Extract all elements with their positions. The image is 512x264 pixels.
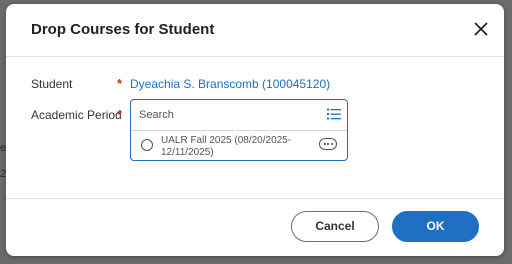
academic-period-required-marker: * xyxy=(117,107,123,122)
cancel-button[interactable]: Cancel xyxy=(291,211,379,242)
search-input[interactable] xyxy=(139,107,319,123)
list-prompt-icon xyxy=(327,108,341,120)
close-icon xyxy=(474,22,488,36)
more-options-icon xyxy=(323,143,326,145)
more-options-button[interactable] xyxy=(319,138,337,150)
drop-courses-dialog: Drop Courses for Student Student * Dyeac… xyxy=(6,4,504,256)
ok-button[interactable]: OK xyxy=(392,211,479,242)
period-option-label: UALR Fall 2025 (08/20/2025-12/11/2025) xyxy=(161,135,292,158)
student-required-marker: * xyxy=(117,76,123,91)
dialog-footer xyxy=(6,198,504,199)
more-options-icon xyxy=(327,143,329,145)
more-options-icon xyxy=(330,143,333,145)
period-option[interactable]: UALR Fall 2025 (08/20/2025-12/11/2025) xyxy=(131,131,347,161)
list-prompt-button[interactable] xyxy=(327,107,341,121)
student-label: Student xyxy=(31,77,73,91)
close-button[interactable] xyxy=(472,20,490,38)
radio-button[interactable] xyxy=(141,139,153,151)
dialog-title: Drop Courses for Student xyxy=(31,21,215,38)
dialog-header: Drop Courses for Student xyxy=(6,4,504,57)
academic-period-prompt: UALR Fall 2025 (08/20/2025-12/11/2025) xyxy=(130,99,348,161)
academic-period-label: Academic Period xyxy=(31,108,122,122)
student-link[interactable]: Dyeachia S. Branscomb (100045120) xyxy=(130,77,330,91)
